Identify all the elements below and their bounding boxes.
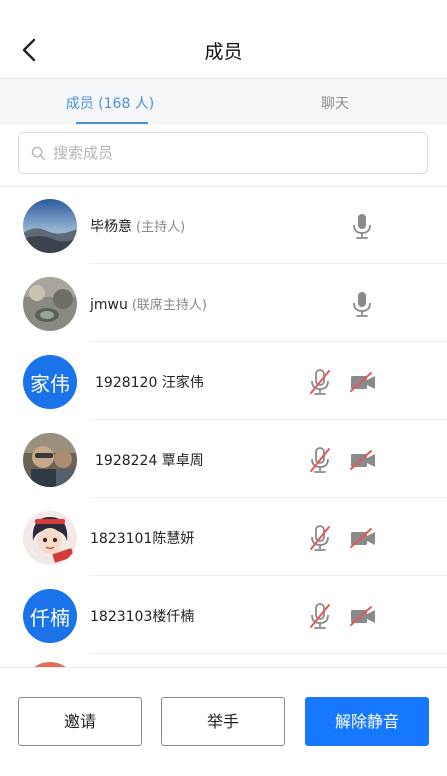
member-role: (联席主持人) xyxy=(131,298,208,313)
tab-members[interactable]: 成员 (168 人) xyxy=(60,93,160,113)
avatar xyxy=(23,199,77,253)
member-row[interactable]: 1823101陈慧妍 xyxy=(0,499,447,576)
search-box[interactable] xyxy=(18,132,428,174)
divider xyxy=(90,263,447,264)
member-row[interactable]: 家伟 1928120 汪家伟 xyxy=(0,343,447,420)
member-row[interactable]: 1928224 覃卓周 xyxy=(0,421,447,498)
member-name: 1823101陈慧妍 xyxy=(90,531,195,547)
avatar: 家伟 xyxy=(23,355,77,409)
divider xyxy=(90,419,447,420)
avatar xyxy=(23,511,77,565)
microphone-icon[interactable] xyxy=(350,212,374,240)
member-role: (主持人) xyxy=(136,220,186,235)
member-name: 1928120 汪家伟 xyxy=(95,375,204,391)
avatar xyxy=(23,277,77,331)
divider xyxy=(90,341,447,342)
tab-bar: 成员 (168 人) 聊天 xyxy=(0,79,447,125)
camera-off-icon[interactable] xyxy=(349,371,377,393)
camera-off-icon[interactable] xyxy=(349,605,377,627)
top-bar: 成员 xyxy=(0,0,447,79)
avatar xyxy=(23,433,77,487)
camera-off-icon[interactable] xyxy=(349,449,377,471)
member-row[interactable]: 毕杨意 (主持人) xyxy=(0,187,447,264)
active-tab-indicator xyxy=(76,122,148,124)
page-title: 成员 xyxy=(204,41,243,63)
member-row[interactable]: jmwu (联席主持人) xyxy=(0,265,447,342)
camera-off-icon[interactable] xyxy=(349,527,377,549)
microphone-muted-icon[interactable] xyxy=(308,446,332,474)
member-name: jmwu xyxy=(90,297,128,313)
divider xyxy=(90,653,447,654)
divider xyxy=(90,575,447,576)
search-icon xyxy=(31,146,46,161)
avatar: 仟楠 xyxy=(23,589,77,643)
microphone-icon[interactable] xyxy=(350,290,374,318)
tab-chat[interactable]: 聊天 xyxy=(285,93,385,113)
raise-hand-button[interactable]: 举手 xyxy=(161,697,285,746)
member-name: 1823103楼仟楠 xyxy=(90,609,195,625)
invite-button[interactable]: 邀请 xyxy=(18,697,142,746)
microphone-muted-icon[interactable] xyxy=(308,368,332,396)
search-input[interactable] xyxy=(53,142,413,164)
member-row[interactable]: 仟楠 1823103楼仟楠 xyxy=(0,577,447,654)
divider xyxy=(90,497,447,498)
microphone-muted-icon[interactable] xyxy=(308,602,332,630)
member-name: 1928224 覃卓周 xyxy=(95,453,204,469)
microphone-muted-icon[interactable] xyxy=(308,524,332,552)
unmute-button[interactable]: 解除静音 xyxy=(305,697,429,746)
member-name: 毕杨意 xyxy=(90,219,132,235)
